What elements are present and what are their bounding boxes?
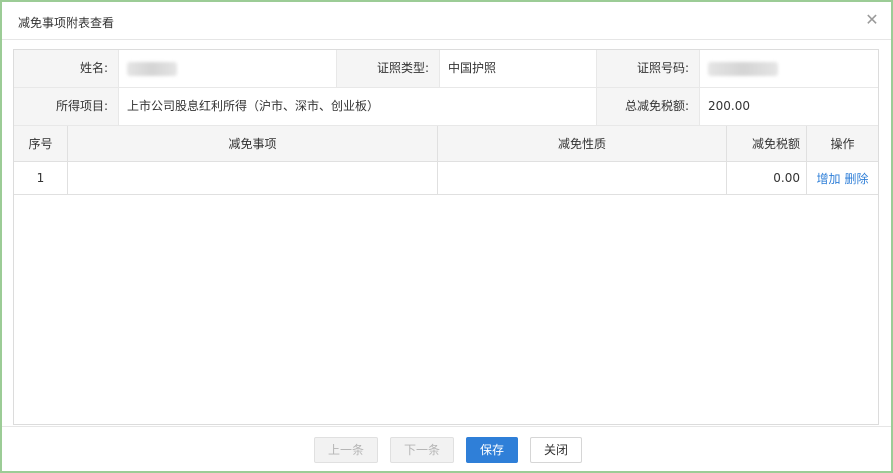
id-type-value: 中国护照 <box>439 50 596 87</box>
delete-row-link[interactable]: 删除 <box>845 170 869 187</box>
name-label: 姓名: <box>14 50 118 87</box>
row-index: 1 <box>14 162 68 194</box>
column-header-nature: 减免性质 <box>438 126 727 161</box>
info-row-income: 所得项目: 上市公司股息红利所得（沪市、深市、创业板） 总减免税额: 200.0… <box>14 88 878 126</box>
taxpayer-info-grid: 姓名: 证照类型: 中国护照 证照号码: 所得项目: 上市公司股息红利所得（沪市… <box>14 50 878 126</box>
dialog-content: 姓名: 证照类型: 中国护照 证照号码: 所得项目: 上市公司股息红利所得（沪市… <box>13 49 879 425</box>
reduction-items-dialog: 减免事项附表查看 ✕ 姓名: 证照类型: 中国护照 证照号码: 所得项目: 上市… <box>0 0 893 473</box>
add-row-link[interactable]: 增加 <box>816 170 840 187</box>
redacted-name <box>127 61 177 76</box>
id-number-value <box>699 50 878 87</box>
save-button[interactable]: 保存 <box>466 437 518 463</box>
income-item-value: 上市公司股息红利所得（沪市、深市、创业板） <box>118 88 596 125</box>
close-icon[interactable]: ✕ <box>863 11 881 29</box>
id-type-label: 证照类型: <box>336 50 439 87</box>
table-row: 1 0.00 增加 删除 <box>14 162 878 195</box>
total-reduction-value: 200.00 <box>699 88 878 125</box>
name-value <box>118 50 336 87</box>
info-row-identity: 姓名: 证照类型: 中国护照 证照号码: <box>14 50 878 88</box>
id-number-label: 证照号码: <box>596 50 699 87</box>
column-header-amount: 减免税额 <box>727 126 807 161</box>
column-header-index: 序号 <box>14 126 68 161</box>
dialog-footer: 上一条 下一条 保存 关闭 <box>2 426 891 471</box>
total-reduction-label: 总减免税额: <box>596 88 699 125</box>
row-amount-cell[interactable]: 0.00 <box>727 162 807 194</box>
income-item-label: 所得项目: <box>14 88 118 125</box>
dialog-title: 减免事项附表查看 <box>18 16 115 30</box>
row-nature-cell[interactable] <box>438 162 727 194</box>
column-header-item: 减免事项 <box>68 126 438 161</box>
next-button[interactable]: 下一条 <box>390 437 454 463</box>
column-header-actions: 操作 <box>830 137 855 151</box>
previous-button[interactable]: 上一条 <box>314 437 378 463</box>
row-item-cell[interactable] <box>68 162 438 194</box>
table-header: 序号 减免事项 减免性质 减免税额 操作 <box>14 126 878 162</box>
row-actions: 增加 删除 <box>807 162 878 194</box>
redacted-id-number <box>708 61 778 76</box>
dialog-titlebar: 减免事项附表查看 ✕ <box>2 2 891 40</box>
close-button[interactable]: 关闭 <box>530 437 582 463</box>
